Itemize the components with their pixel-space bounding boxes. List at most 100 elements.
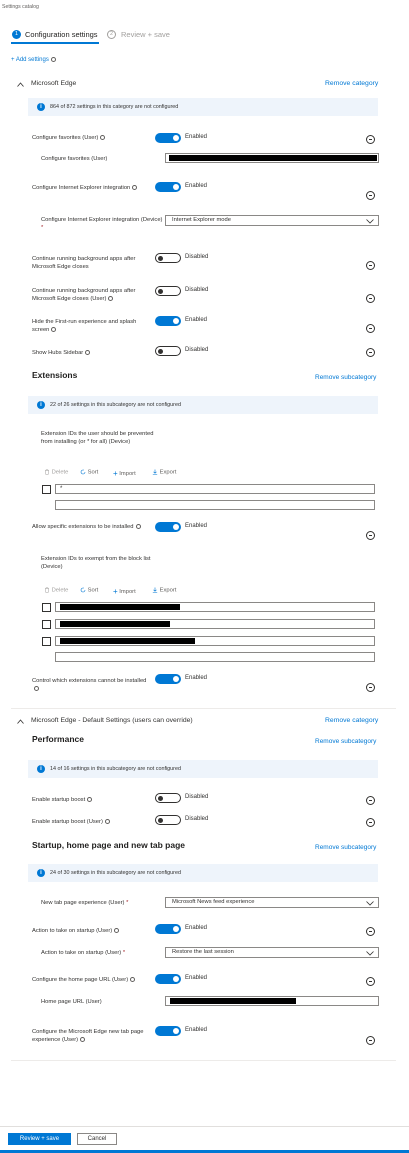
remove-setting-icon[interactable]: [366, 294, 375, 303]
export-button[interactable]: Export: [152, 469, 176, 476]
sort-button[interactable]: Sort: [80, 469, 98, 476]
delete-button[interactable]: Delete: [44, 469, 68, 476]
remove-setting-icon[interactable]: [366, 927, 375, 936]
subcategory-title-performance: Performance: [32, 734, 84, 744]
new-item-input[interactable]: [55, 500, 375, 510]
remove-setting-icon[interactable]: [366, 261, 375, 270]
info-icon: [108, 295, 114, 301]
list-setting-label: Extension IDs the user should be prevent…: [41, 431, 154, 445]
download-icon: [152, 587, 158, 593]
list-item-input[interactable]: [55, 619, 375, 629]
import-button[interactable]: + Import: [113, 587, 136, 596]
info-icon: [87, 796, 93, 802]
page-title-partial: [0, 0, 298, 4]
remove-category-button[interactable]: Remove category: [325, 717, 378, 724]
toggle-switch[interactable]: [155, 182, 181, 192]
toggle-switch[interactable]: [155, 253, 181, 263]
dropdown-select[interactable]: Restore the last session: [165, 947, 379, 958]
required-marker: *: [41, 225, 44, 231]
footer-divider: [0, 1126, 409, 1127]
text-input[interactable]: [165, 996, 379, 1006]
toggle-switch[interactable]: [155, 133, 181, 143]
setting-label-text: Configure favorites (User): [32, 135, 99, 141]
delete-label: Delete: [51, 469, 69, 476]
chevron-up-icon[interactable]: [17, 82, 24, 87]
row-checkbox[interactable]: [42, 637, 51, 646]
row-checkbox[interactable]: [42, 603, 51, 612]
toggle-switch[interactable]: [155, 346, 181, 356]
section-divider: [11, 708, 396, 709]
dropdown-value: Internet Explorer mode: [172, 217, 231, 223]
toggle-state: Enabled: [185, 134, 208, 140]
remove-setting-icon[interactable]: [366, 818, 375, 827]
review-save-button[interactable]: Review + save: [8, 1133, 71, 1145]
row-checkbox[interactable]: [42, 620, 51, 629]
text-input[interactable]: [165, 153, 379, 163]
toggle-switch[interactable]: [155, 1026, 181, 1036]
remove-setting-icon[interactable]: [366, 683, 375, 692]
toggle-switch[interactable]: [155, 674, 181, 684]
refresh-icon: [80, 469, 86, 475]
step-2-number: 2: [107, 30, 116, 39]
toggle-state: Enabled: [185, 1027, 208, 1033]
info-icon: [100, 134, 106, 140]
sort-button[interactable]: Sort: [80, 587, 98, 594]
setting-label-text: Enable startup boost: [32, 797, 86, 803]
info-icon: i: [37, 765, 45, 773]
setting-label: Configure Internet Explorer integration: [32, 184, 152, 192]
row-checkbox[interactable]: [42, 485, 51, 494]
subcategory-title-extensions: Extensions: [32, 370, 78, 380]
info-banner: i 864 of 872 settings in this category a…: [28, 98, 378, 116]
remove-subcategory-button[interactable]: Remove subcategory: [315, 738, 376, 745]
remove-category-button[interactable]: Remove category: [325, 80, 378, 87]
info-icon: i: [37, 103, 45, 111]
tab-review-save[interactable]: Review + save: [121, 30, 170, 39]
dropdown-select[interactable]: Microsoft News feed experience: [165, 897, 379, 908]
setting-label-text: Show Hubs Sidebar: [32, 350, 84, 356]
sub-setting-label: Configure Internet Explorer integration …: [41, 216, 166, 232]
setting-label: Continue running background apps after M…: [32, 256, 136, 270]
remove-subcategory-button[interactable]: Remove subcategory: [315, 374, 376, 381]
export-button[interactable]: Export: [152, 587, 176, 594]
toggle-switch[interactable]: [155, 974, 181, 984]
sub-setting-label-text: Configure Internet Explorer integration …: [41, 217, 163, 223]
chevron-up-icon[interactable]: [17, 719, 24, 724]
remove-setting-icon[interactable]: [366, 135, 375, 144]
info-icon: [114, 927, 120, 933]
toggle-switch[interactable]: [155, 815, 181, 825]
setting-label-text: Allow specific extensions to be installe…: [32, 524, 134, 530]
remove-setting-icon[interactable]: [366, 531, 375, 540]
remove-setting-icon[interactable]: [366, 1036, 375, 1045]
list-item-input[interactable]: [55, 602, 375, 612]
info-icon: [132, 184, 138, 190]
import-label: Import: [119, 471, 136, 478]
toggle-switch[interactable]: [155, 316, 181, 326]
info-icon: [51, 326, 57, 332]
toggle-switch[interactable]: [155, 286, 181, 296]
subcategory-title-startup: Startup, home page and new tab page: [32, 840, 186, 850]
remove-setting-icon[interactable]: [366, 796, 375, 805]
cancel-button[interactable]: Cancel: [77, 1133, 117, 1145]
remove-setting-icon[interactable]: [366, 977, 375, 986]
dropdown-select[interactable]: Internet Explorer mode: [165, 215, 379, 226]
new-item-input[interactable]: [55, 652, 375, 662]
setting-label: Configure the home page URL (User): [32, 976, 136, 984]
remove-subcategory-button[interactable]: Remove subcategory: [315, 844, 376, 851]
remove-setting-icon[interactable]: [366, 191, 375, 200]
toggle-switch[interactable]: [155, 522, 181, 532]
category-title-edge: Microsoft Edge: [31, 80, 77, 87]
toggle-state: Disabled: [185, 816, 209, 822]
list-item-input[interactable]: [55, 636, 375, 646]
tab-configuration-settings[interactable]: Configuration settings: [25, 30, 98, 39]
refresh-icon: [80, 587, 86, 593]
remove-setting-icon[interactable]: [366, 348, 375, 357]
toggle-switch[interactable]: [155, 924, 181, 934]
toggle-switch[interactable]: [155, 793, 181, 803]
info-icon: [34, 685, 39, 691]
toggle-state: Enabled: [185, 925, 208, 931]
import-button[interactable]: + Import: [113, 469, 136, 478]
remove-setting-icon[interactable]: [366, 324, 375, 333]
list-item-input[interactable]: *: [55, 484, 375, 494]
delete-button[interactable]: Delete: [44, 587, 68, 594]
add-settings-link[interactable]: + Add settings: [11, 57, 56, 63]
